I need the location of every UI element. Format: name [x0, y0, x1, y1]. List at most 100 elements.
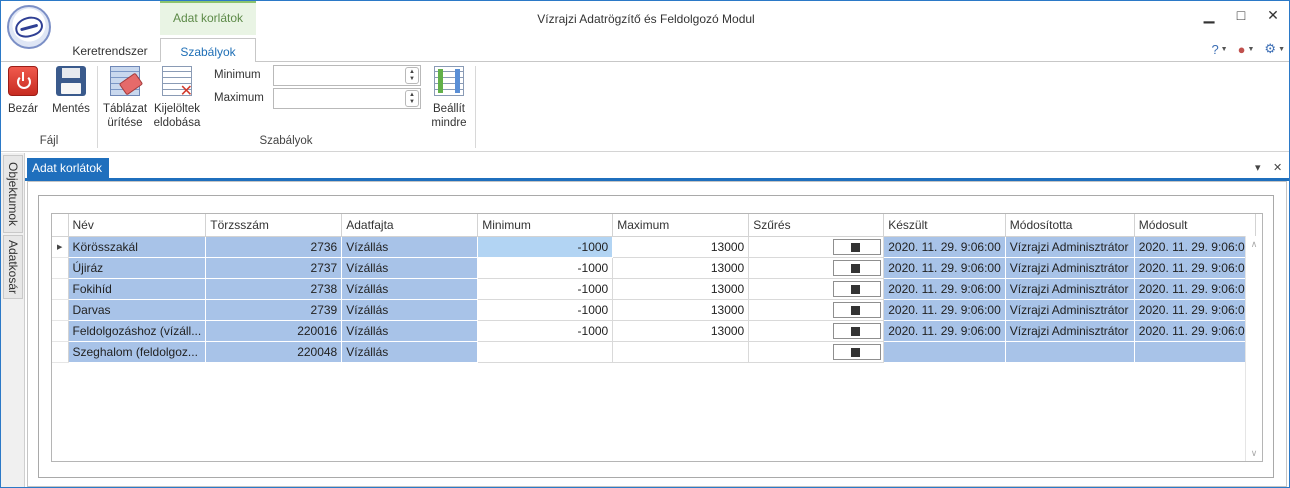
cell-modositotta[interactable]: Vízrajzi Adminisztrátor: [1005, 278, 1135, 300]
cell-keszult[interactable]: 2020. 11. 29. 9:06:00: [883, 257, 1006, 279]
apply-all-button[interactable]: Beállít mindre: [427, 66, 471, 130]
table-row[interactable]: ▶ Körösszakál 2736 Vízállás -1000 13000 …: [52, 236, 1257, 258]
cell-keszult[interactable]: 2020. 11. 29. 9:06:00: [883, 320, 1006, 342]
cell-torzsszam[interactable]: 2737: [205, 257, 343, 279]
user-icon[interactable]: ● ▼: [1238, 42, 1255, 57]
cell-nev[interactable]: Darvas: [68, 299, 207, 321]
cell-maximum[interactable]: 13000: [612, 299, 750, 321]
cell-szures[interactable]: [748, 236, 885, 258]
cell-minimum[interactable]: -1000: [477, 320, 614, 342]
tab-szabalyok[interactable]: Szabályok: [160, 38, 256, 63]
maximize-button[interactable]: □: [1225, 1, 1257, 29]
filter-checkbox[interactable]: [833, 280, 882, 297]
cell-torzsszam[interactable]: 2738: [205, 278, 343, 300]
scroll-down-icon[interactable]: ∨: [1246, 448, 1262, 459]
cell-szures[interactable]: [748, 278, 885, 300]
filter-checkbox[interactable]: [833, 322, 882, 339]
filter-checkbox[interactable]: [833, 259, 882, 276]
cell-modosult[interactable]: 2020. 11. 29. 9:06:00: [1134, 299, 1257, 321]
cell-adatfajta[interactable]: Vízállás: [341, 236, 479, 258]
cell-modosult[interactable]: 2020. 11. 29. 9:06:00: [1134, 257, 1257, 279]
cell-modosult[interactable]: 2020. 11. 29. 9:06:00: [1134, 320, 1257, 342]
cell-keszult[interactable]: 2020. 11. 29. 9:06:00: [883, 278, 1006, 300]
column-header-keszult[interactable]: Készült: [883, 214, 1006, 237]
chevron-down-icon[interactable]: ▾: [1255, 161, 1261, 174]
minimize-button[interactable]: ▁: [1193, 1, 1225, 29]
cell-modositotta[interactable]: Vízrajzi Adminisztrátor: [1005, 257, 1135, 279]
column-header-modositotta[interactable]: Módosította: [1005, 214, 1135, 237]
cell-szures[interactable]: [748, 341, 885, 363]
cell-keszult[interactable]: [883, 341, 1006, 363]
cell-nev[interactable]: Körösszakál: [68, 236, 207, 258]
cell-adatfajta[interactable]: Vízállás: [341, 299, 479, 321]
column-header-minimum[interactable]: Minimum: [477, 214, 614, 237]
cell-torzsszam[interactable]: 2739: [205, 299, 343, 321]
cell-torzsszam[interactable]: 220016: [205, 320, 343, 342]
clear-table-button[interactable]: Táblázat ürítése: [101, 66, 149, 130]
cell-maximum[interactable]: 13000: [612, 320, 750, 342]
cell-modosult[interactable]: [1134, 341, 1257, 363]
column-header-szures[interactable]: Szűrés: [748, 214, 885, 237]
cell-szures[interactable]: [748, 299, 885, 321]
discard-selected-button[interactable]: Kijelöltek eldobása: [151, 66, 203, 130]
cell-nev[interactable]: Fokihíd: [68, 278, 207, 300]
cell-nev[interactable]: Újiráz: [68, 257, 207, 279]
column-header-nev[interactable]: Név: [68, 214, 207, 237]
cell-modositotta[interactable]: Vízrajzi Adminisztrátor: [1005, 236, 1135, 258]
cell-adatfajta[interactable]: Vízállás: [341, 278, 479, 300]
cell-minimum[interactable]: -1000: [477, 278, 614, 300]
cell-modositotta[interactable]: Vízrajzi Adminisztrátor: [1005, 299, 1135, 321]
column-header-modosult[interactable]: Módosult: [1134, 214, 1257, 237]
cell-torzsszam[interactable]: 2736: [205, 236, 343, 258]
minimum-spinner[interactable]: ▲ ▼: [273, 65, 421, 86]
scroll-up-icon[interactable]: ∧: [1246, 239, 1262, 250]
help-icon[interactable]: ? ▼: [1211, 42, 1227, 57]
close-module-button[interactable]: Bezár: [5, 66, 41, 116]
cell-adatfajta[interactable]: Vízállás: [341, 341, 479, 363]
cell-minimum[interactable]: -1000: [477, 257, 614, 279]
maximum-spinner[interactable]: ▲ ▼: [273, 88, 421, 109]
cell-maximum[interactable]: 13000: [612, 236, 750, 258]
cell-nev[interactable]: Feldolgozáshoz (vízáll...: [68, 320, 207, 342]
cell-modosult[interactable]: 2020. 11. 29. 9:06:00: [1134, 278, 1257, 300]
close-button[interactable]: ✕: [1257, 1, 1289, 29]
settings-icon[interactable]: ⚙ ▼: [1264, 41, 1285, 57]
cell-keszult[interactable]: 2020. 11. 29. 9:06:00: [883, 299, 1006, 321]
cell-szures[interactable]: [748, 320, 885, 342]
cell-modosult[interactable]: 2020. 11. 29. 9:06:00: [1134, 236, 1257, 258]
cell-maximum[interactable]: 13000: [612, 257, 750, 279]
cell-modositotta[interactable]: Vízrajzi Adminisztrátor: [1005, 320, 1135, 342]
cell-maximum[interactable]: [612, 341, 750, 363]
spinner-arrows-icon[interactable]: ▲ ▼: [405, 67, 419, 84]
table-row[interactable]: Fokihíd 2738 Vízállás -1000 13000 2020. …: [52, 278, 1257, 300]
filter-checkbox[interactable]: [833, 238, 882, 255]
cell-adatfajta[interactable]: Vízállás: [341, 257, 479, 279]
vertical-scrollbar[interactable]: ∧ ∨: [1245, 236, 1262, 461]
spinner-arrows-icon[interactable]: ▲ ▼: [405, 90, 419, 107]
cell-adatfajta[interactable]: Vízállás: [341, 320, 479, 342]
data-grid[interactable]: Név Törzsszám Adatfajta Minimum Maximum …: [51, 213, 1263, 462]
cell-minimum[interactable]: -1000: [477, 236, 614, 258]
cell-minimum[interactable]: -1000: [477, 299, 614, 321]
table-row[interactable]: Darvas 2739 Vízállás -1000 13000 2020. 1…: [52, 299, 1257, 321]
table-row[interactable]: Szeghalom (feldolgoz... 220048 Vízállás: [52, 341, 1257, 363]
cell-szures[interactable]: [748, 257, 885, 279]
cell-torzsszam[interactable]: 220048: [205, 341, 343, 363]
filter-checkbox[interactable]: [833, 301, 882, 318]
cell-keszult[interactable]: 2020. 11. 29. 9:06:00: [883, 236, 1006, 258]
side-tab-objektumok[interactable]: Objektumok: [3, 155, 23, 233]
column-header-maximum[interactable]: Maximum: [612, 214, 750, 237]
filter-checkbox[interactable]: [833, 343, 882, 360]
close-icon[interactable]: ✕: [1273, 161, 1282, 174]
cell-modositotta[interactable]: [1005, 341, 1135, 363]
column-header-torzsszam[interactable]: Törzsszám: [205, 214, 343, 237]
table-row[interactable]: Feldolgozáshoz (vízáll... 220016 Vízállá…: [52, 320, 1257, 342]
cell-nev[interactable]: Szeghalom (feldolgoz...: [68, 341, 207, 363]
tab-keretrendszer[interactable]: Keretrendszer: [67, 38, 153, 62]
column-header-adatfajta[interactable]: Adatfajta: [341, 214, 479, 237]
document-tab[interactable]: Adat korlátok: [27, 158, 109, 178]
save-button[interactable]: Mentés: [49, 66, 93, 116]
cell-minimum[interactable]: [477, 341, 614, 363]
cell-maximum[interactable]: 13000: [612, 278, 750, 300]
table-row[interactable]: Újiráz 2737 Vízállás -1000 13000 2020. 1…: [52, 257, 1257, 279]
